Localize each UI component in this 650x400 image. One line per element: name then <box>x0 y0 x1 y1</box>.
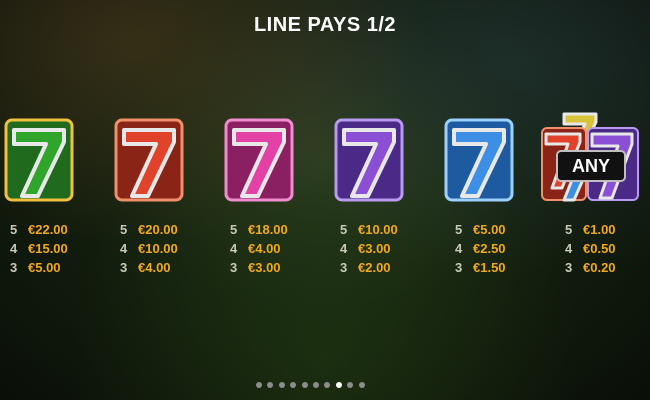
any-label: ANY <box>556 150 626 182</box>
pay-count: 4 <box>120 241 128 256</box>
page-dot-1[interactable] <box>256 382 262 388</box>
pay-row: 4 €4.00 <box>230 241 320 260</box>
pay-count: 3 <box>455 260 463 275</box>
pay-count: 3 <box>120 260 128 275</box>
seven-red-icon <box>110 112 188 204</box>
pay-row: 5 €1.00 <box>565 222 650 241</box>
pay-count: 4 <box>230 241 238 256</box>
pay-row: 4 €15.00 <box>10 241 100 260</box>
pay-count: 3 <box>340 260 348 275</box>
pay-amount: €3.00 <box>248 260 281 275</box>
pay-count: 4 <box>340 241 348 256</box>
pay-row: 5 €10.00 <box>340 222 430 241</box>
page-dot-5[interactable] <box>301 382 308 388</box>
paytable-seven-any: 5 €1.00 4 €0.50 3 €0.20 <box>565 222 650 279</box>
pay-amount: €22.00 <box>28 222 68 237</box>
pay-amount: €15.00 <box>28 241 68 256</box>
pay-count: 4 <box>10 241 18 256</box>
pay-amount: €5.00 <box>28 260 61 275</box>
page-dot-6[interactable] <box>312 382 319 388</box>
pay-amount: €10.00 <box>358 222 398 237</box>
pay-amount: €0.50 <box>583 241 616 256</box>
seven-green-icon <box>0 112 78 204</box>
pay-amount: €10.00 <box>138 241 178 256</box>
pay-row: 4 €10.00 <box>120 241 210 260</box>
pay-count: 5 <box>340 222 348 237</box>
pay-count: 3 <box>10 260 18 275</box>
page-dot-10[interactable] <box>358 382 365 388</box>
pay-count: 3 <box>565 260 573 275</box>
pay-row: 3 €4.00 <box>120 260 210 279</box>
pay-row: 4 €2.50 <box>455 241 545 260</box>
pay-row: 5 €5.00 <box>455 222 545 241</box>
pay-row: 3 €5.00 <box>10 260 100 279</box>
pay-amount: €18.00 <box>248 222 288 237</box>
pay-count: 4 <box>565 241 573 256</box>
pay-row: 3 €2.00 <box>340 260 430 279</box>
paytable-seven-green: 5 €22.00 4 €15.00 3 €5.00 <box>10 222 100 279</box>
pay-amount: €0.20 <box>583 260 616 275</box>
pay-count: 5 <box>10 222 18 237</box>
page-dot-7[interactable] <box>324 382 331 388</box>
pay-amount: €1.00 <box>583 222 616 237</box>
pay-amount: €5.00 <box>473 222 506 237</box>
pay-count: 5 <box>565 222 573 237</box>
pay-amount: €4.00 <box>248 241 281 256</box>
pay-amount: €3.00 <box>358 241 391 256</box>
pay-count: 3 <box>230 260 238 275</box>
seven-pink-icon <box>220 112 298 204</box>
pay-count: 5 <box>230 222 238 237</box>
paytable-seven-pink: 5 €18.00 4 €4.00 3 €3.00 <box>230 222 320 279</box>
pay-count: 5 <box>455 222 463 237</box>
pay-row: 3 €0.20 <box>565 260 650 279</box>
pay-amount: €4.00 <box>138 260 171 275</box>
page-dot-9[interactable] <box>347 382 354 388</box>
seven-purple-icon <box>330 112 408 204</box>
paytable-seven-purple: 5 €10.00 4 €3.00 3 €2.00 <box>340 222 430 279</box>
page-dot-4[interactable] <box>290 382 297 388</box>
paytable-seven-blue: 5 €5.00 4 €2.50 3 €1.50 <box>455 222 545 279</box>
pay-amount: €2.00 <box>358 260 391 275</box>
pay-row: 4 €0.50 <box>565 241 650 260</box>
pay-count: 4 <box>455 241 463 256</box>
paytable-seven-red: 5 €20.00 4 €10.00 3 €4.00 <box>120 222 210 279</box>
pay-row: 5 €18.00 <box>230 222 320 241</box>
pay-row: 3 €1.50 <box>455 260 545 279</box>
page-dot-2[interactable] <box>267 382 274 388</box>
pay-amount: €2.50 <box>473 241 506 256</box>
pay-row: 3 €3.00 <box>230 260 320 279</box>
seven-blue-icon <box>440 112 518 204</box>
pagination <box>256 382 366 388</box>
pay-amount: €1.50 <box>473 260 506 275</box>
page-dot-3[interactable] <box>278 382 285 388</box>
page-dot-8[interactable] <box>335 382 342 388</box>
page-title: LINE PAYS 1/2 <box>253 14 397 36</box>
pay-amount: €20.00 <box>138 222 178 237</box>
pay-row: 4 €3.00 <box>340 241 430 260</box>
pay-count: 5 <box>120 222 128 237</box>
pay-row: 5 €20.00 <box>120 222 210 241</box>
pay-row: 5 €22.00 <box>10 222 100 241</box>
